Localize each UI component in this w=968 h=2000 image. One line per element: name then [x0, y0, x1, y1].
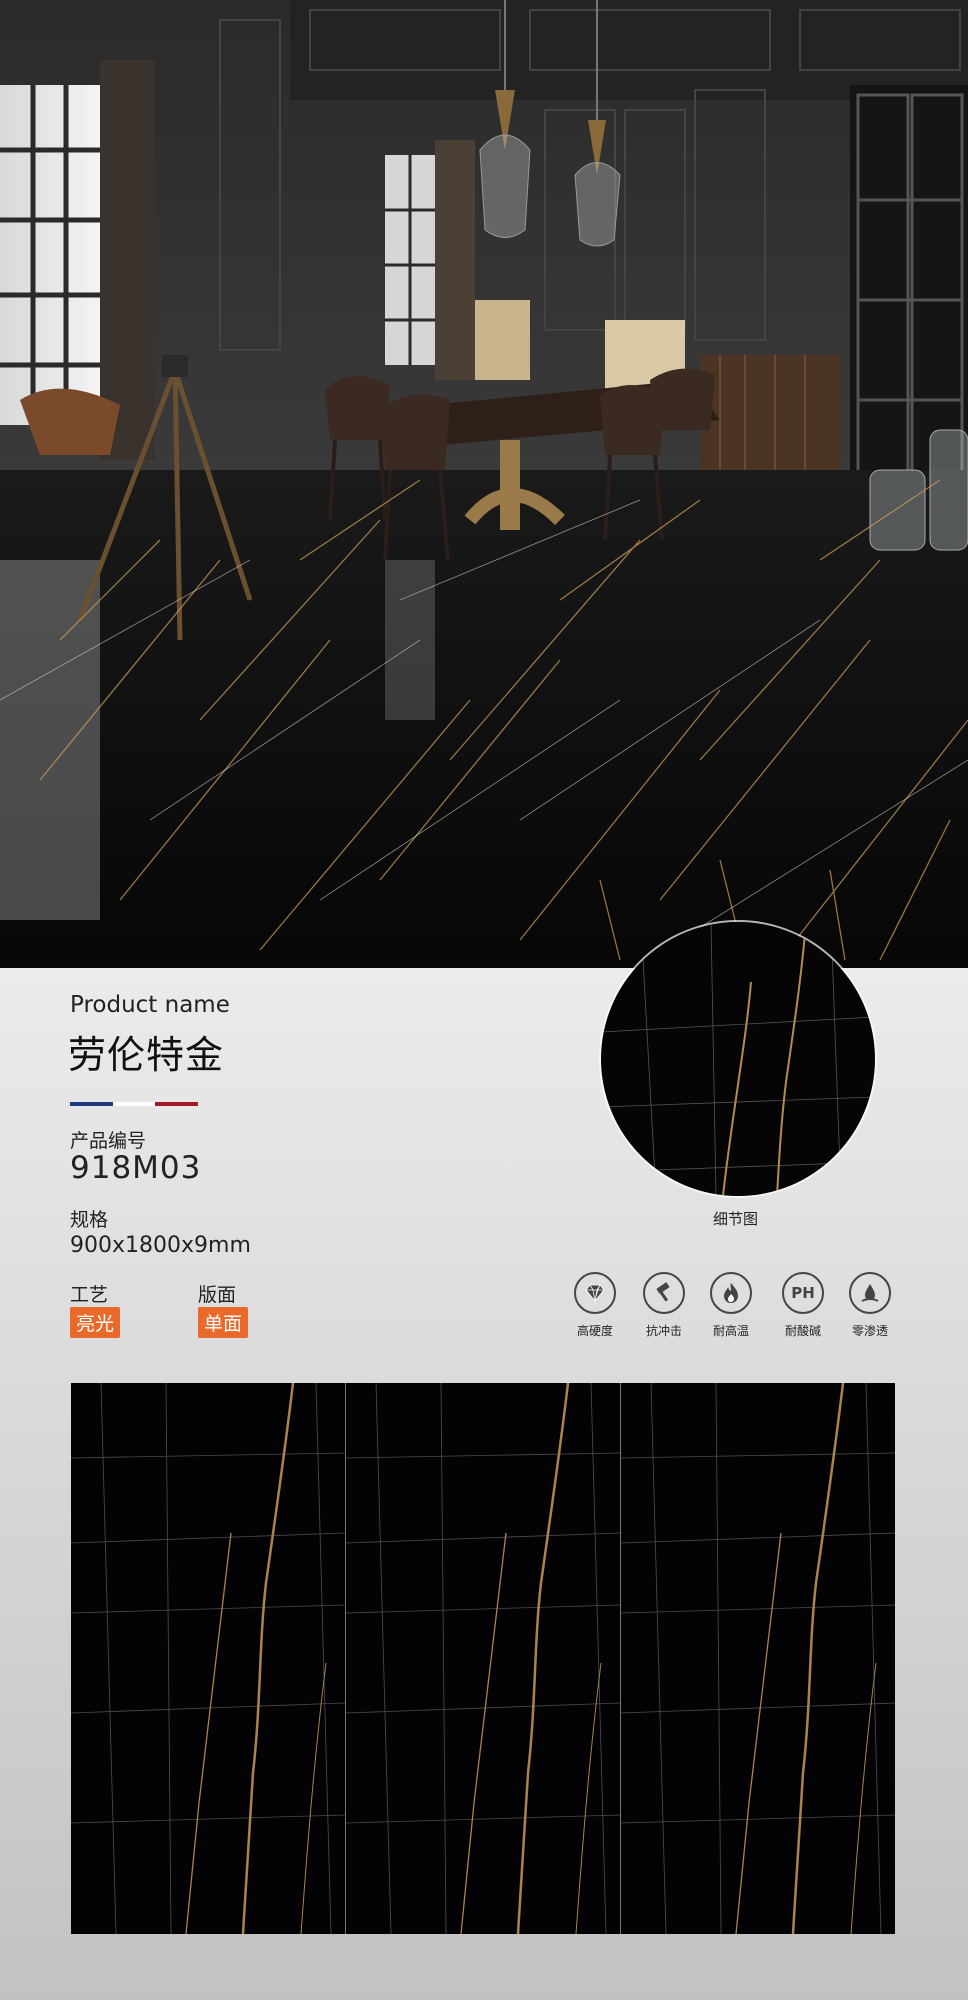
feature-label: 零渗透	[851, 1324, 888, 1338]
product-code-label: 产品编号	[70, 1130, 147, 1152]
detail-image	[601, 922, 875, 1196]
product-name: 劳伦特金	[68, 1033, 225, 1077]
feature-label: 高硬度	[576, 1324, 613, 1338]
tricolor-divider	[70, 1102, 199, 1106]
spec-value: 900x1800x9mm	[70, 1233, 251, 1258]
process-label: 工艺	[70, 1284, 109, 1306]
water-drop-icon	[849, 1272, 891, 1314]
feature-label: 耐酸碱	[784, 1324, 821, 1338]
hammer-icon	[643, 1272, 685, 1314]
detail-caption: 细节图	[713, 1210, 759, 1228]
product-name-label: Product name	[70, 992, 230, 1018]
flame-icon	[710, 1272, 752, 1314]
hero-room-image	[0, 0, 968, 968]
tile-layout-preview	[71, 1383, 895, 1934]
ph-icon: PH	[782, 1272, 824, 1314]
product-code: 918M03	[70, 1150, 202, 1186]
process-tag: 亮光	[70, 1307, 121, 1338]
feature-impact: 抗冲击	[629, 1272, 699, 1339]
feature-label: 耐高温	[712, 1324, 749, 1338]
spec-label: 规格	[70, 1209, 109, 1231]
feature-acid-alkali: PH 耐酸碱	[768, 1272, 838, 1339]
feature-impermeable: 零渗透	[835, 1272, 905, 1339]
surface-tag: 单面	[198, 1307, 249, 1338]
feature-hardness: 高硬度	[560, 1272, 630, 1339]
diamond-icon	[574, 1272, 616, 1314]
feature-label: 抗冲击	[645, 1324, 682, 1338]
feature-heat: 耐高温	[696, 1272, 766, 1339]
ph-icon-text: PH	[791, 1284, 815, 1302]
surface-label: 版面	[198, 1284, 237, 1306]
